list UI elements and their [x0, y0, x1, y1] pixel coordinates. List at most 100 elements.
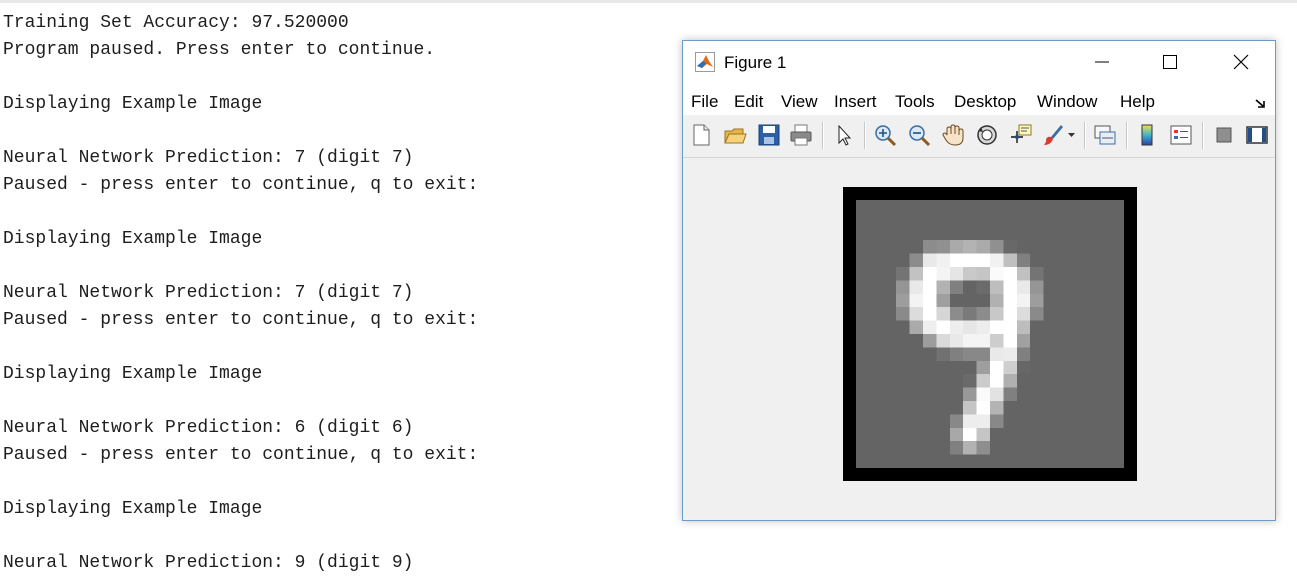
digit-pixel: [1070, 401, 1084, 415]
new-figure-button[interactable]: [687, 121, 715, 149]
console-line: Displaying Example Image: [3, 94, 263, 114]
digit-pixel: [856, 307, 870, 321]
insert-legend-button[interactable]: [1167, 121, 1195, 149]
close-button[interactable]: [1207, 41, 1275, 84]
digit-pixel: [896, 374, 910, 388]
digit-image[interactable]: [856, 200, 1124, 468]
menu-file[interactable]: File: [691, 92, 718, 112]
digit-pixel: [1030, 200, 1044, 214]
digit-pixel: [1043, 293, 1057, 308]
menu-window[interactable]: Window: [1037, 92, 1097, 112]
digit-pixel: [936, 441, 950, 455]
maximize-button[interactable]: [1136, 41, 1204, 84]
insert-colorbar-button[interactable]: [1133, 121, 1161, 149]
digit-pixel: [1003, 427, 1017, 442]
data-cursor-button[interactable]: [1007, 121, 1035, 149]
digit-pixel: [963, 267, 977, 281]
digit-pixel: [896, 307, 910, 321]
zoom-out-button[interactable]: [905, 121, 933, 149]
digit-pixel: [1110, 240, 1124, 254]
digit-pixel: [909, 360, 923, 375]
digit-pixel: [1110, 293, 1124, 308]
digit-pixel: [1097, 320, 1111, 334]
digit-pixel: [869, 200, 883, 214]
digit-pixel: [936, 280, 950, 294]
new-figure-icon: [693, 124, 710, 146]
digit-pixel: [1083, 387, 1098, 401]
show-plot-tools-button[interactable]: [1243, 121, 1271, 149]
zoom-in-button[interactable]: [871, 121, 899, 149]
digit-pixel: [1043, 253, 1057, 267]
digit-pixel: [990, 320, 1004, 334]
digit-pixel: [1083, 427, 1098, 442]
minimize-button[interactable]: [1068, 41, 1136, 84]
digit-pixel: [1016, 374, 1031, 388]
zoom-in-icon: [875, 125, 897, 147]
menu-insert[interactable]: Insert: [834, 92, 877, 112]
digit-pixel: [1057, 334, 1071, 348]
digit-pixel: [896, 387, 910, 401]
digit-pixel: [1043, 267, 1057, 281]
dock-figure-icon[interactable]: [1255, 96, 1267, 114]
brush-button[interactable]: [1039, 121, 1067, 149]
digit-pixel: [949, 240, 964, 254]
digit-pixel: [1030, 401, 1044, 415]
hide-plot-tools-button[interactable]: [1210, 121, 1238, 149]
select-arrow-button[interactable]: [830, 121, 858, 149]
digit-pixel: [963, 454, 977, 468]
digit-pixel: [869, 387, 883, 401]
digit-pixel: [936, 320, 950, 334]
rotate-3d-button[interactable]: [973, 121, 1001, 149]
menu-desktop[interactable]: Desktop: [954, 92, 1016, 112]
digit-pixel: [896, 226, 910, 241]
menu-tools[interactable]: Tools: [895, 92, 935, 112]
digit-pixel: [1057, 226, 1071, 241]
digit-pixel: [936, 360, 950, 375]
digit-pixel: [1110, 401, 1124, 415]
digit-pixel: [856, 414, 870, 428]
digit-pixel: [923, 387, 937, 401]
digit-pixel: [1016, 213, 1031, 227]
digit-pixel: [909, 253, 923, 267]
digit-pixel: [990, 240, 1004, 254]
link-plot-button[interactable]: [1091, 121, 1119, 149]
toolbar-separator: [822, 122, 824, 149]
digit-pixel: [856, 267, 870, 281]
pan-button[interactable]: [939, 121, 967, 149]
digit-pixel: [1083, 334, 1098, 348]
digit-pixel: [1083, 307, 1098, 321]
brush-dropdown[interactable]: [1066, 121, 1076, 149]
save-button[interactable]: [755, 121, 783, 149]
digit-pixel: [1003, 240, 1017, 254]
digit-pixel: [976, 360, 990, 375]
digit-pixel: [1070, 347, 1084, 361]
digit-pixel: [1043, 213, 1057, 227]
digit-pixel: [1057, 267, 1071, 281]
menu-view[interactable]: View: [781, 92, 818, 112]
digit-pixel: [909, 334, 923, 348]
menu-help[interactable]: Help: [1120, 92, 1155, 112]
digit-pixel: [936, 347, 950, 361]
digit-pixel: [856, 200, 870, 214]
digit-pixel: [1043, 441, 1057, 455]
digit-pixel: [869, 427, 883, 442]
digit-pixel: [856, 454, 870, 468]
figure-title-bar[interactable]: Figure 1: [683, 41, 1275, 84]
digit-pixel: [1043, 240, 1057, 254]
digit-pixel: [1043, 427, 1057, 442]
digit-pixel: [963, 293, 977, 308]
minimize-icon: [1095, 61, 1109, 63]
digit-pixel: [1070, 320, 1084, 334]
digit-pixel: [1003, 414, 1017, 428]
digit-pixel: [990, 334, 1004, 348]
digit-pixel: [1097, 307, 1111, 321]
digit-pixel: [1097, 334, 1111, 348]
digit-pixel: [869, 253, 883, 267]
figure-window[interactable]: Figure 1 File Edit View Insert Tools Des…: [682, 40, 1276, 521]
open-file-button[interactable]: [721, 121, 749, 149]
menu-edit[interactable]: Edit: [734, 92, 763, 112]
digit-pixel: [949, 334, 964, 348]
print-button[interactable]: [787, 121, 815, 149]
